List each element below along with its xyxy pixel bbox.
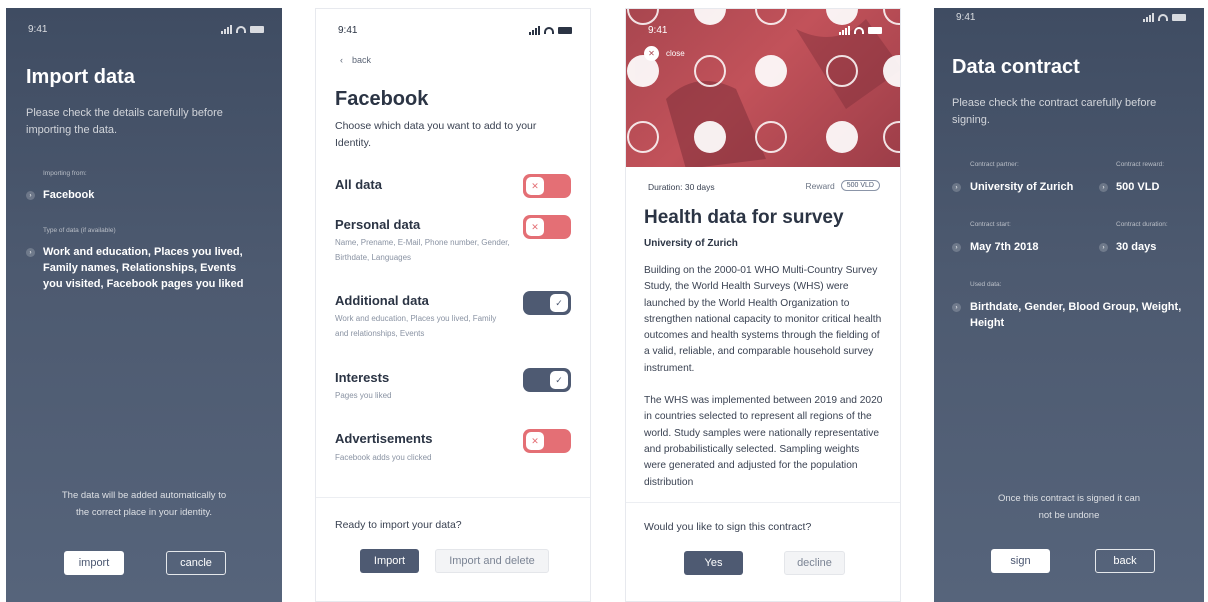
facebook-screen: 9:41 ‹ back Facebook Choose which data y… (315, 8, 591, 602)
contract-duration-label: Contract duration: (1116, 221, 1168, 228)
option-title-all-data: All data (335, 177, 382, 192)
status-bar: 9:41 (28, 22, 264, 36)
description-scroll[interactable]: Building on the 2000-01 WHO Multi-Countr… (644, 263, 884, 502)
chevron-right-icon: › (952, 303, 961, 312)
type-of-data-value: Work and education, Places you lived, Fa… (43, 246, 244, 290)
toggle-all-data[interactable]: ✕ (523, 174, 571, 198)
option-desc-advertisements: Facebook adds you clicked (335, 453, 432, 462)
import-and-delete-button[interactable]: Import and delete (435, 549, 549, 573)
import-button[interactable]: Import (360, 549, 419, 573)
option-title-personal-data: Personal data (335, 217, 421, 232)
import-button[interactable]: import (64, 551, 124, 575)
chevron-right-icon: › (26, 248, 35, 257)
option-desc-personal-data: Name, Prename, E-Mail, Phone number, Gen… (335, 238, 510, 262)
yes-button[interactable]: Yes (684, 551, 743, 575)
reward-badge: 500 VLD (840, 180, 880, 191)
signal-icon (1143, 12, 1154, 22)
chevron-right-icon: › (952, 243, 961, 252)
type-of-data-label: Type of data (if available) (43, 227, 116, 234)
used-data-label: Used data: (970, 281, 1002, 288)
battery-icon (250, 25, 264, 33)
chevron-right-icon: › (26, 191, 35, 200)
import-data-screen: 9:41 Import data Please check the detail… (6, 8, 282, 602)
option-title-interests: Interests (335, 370, 390, 385)
status-time: 9:41 (648, 24, 668, 36)
description-paragraph: The WHS was implemented between 2019 and… (644, 395, 883, 488)
reward-info: Reward 500 VLD (805, 180, 880, 191)
status-bar: 9:41 (338, 23, 572, 37)
option-desc-interests: Pages you liked (335, 391, 392, 400)
page-subtitle: Choose which data you want to add to you… (335, 120, 537, 149)
chevron-right-icon: › (1099, 183, 1108, 192)
footer-note: The data will be added automatically to … (61, 490, 227, 518)
signal-icon (529, 25, 540, 35)
data-contract-screen: 9:41 Data contract Please check the cont… (934, 8, 1204, 602)
contract-partner-value: University of Zurich (970, 181, 1074, 193)
contract-partner-label: Contract partner: (970, 161, 1019, 168)
option-desc-additional-data: Work and education, Places you lived, Fa… (335, 314, 497, 338)
divider (316, 497, 590, 498)
check-icon: ✓ (550, 371, 568, 389)
survey-detail-screen: 9:41 ✕ close Duration: 30 days Reward 50… (625, 8, 901, 602)
used-data-value: Birthdate, Gender, Blood Group, Weight, … (970, 301, 1182, 329)
footer-note: Once this contract is signed it can not … (997, 493, 1141, 521)
organization-name: University of Zurich (644, 238, 738, 249)
back-label: back (352, 55, 372, 65)
close-icon: ✕ (526, 177, 544, 195)
status-time: 9:41 (338, 24, 358, 36)
back-button[interactable]: back (1095, 549, 1155, 573)
sign-button[interactable]: sign (991, 549, 1050, 573)
divider (626, 502, 900, 503)
chevron-right-icon: › (1099, 243, 1108, 252)
contract-reward-value: 500 VLD (1116, 181, 1160, 193)
option-title-advertisements: Advertisements (335, 431, 433, 446)
toggle-advertisements[interactable]: ✕ (523, 429, 571, 453)
status-bar: 9:41 (648, 23, 882, 37)
chevron-right-icon: › (952, 183, 961, 192)
signal-icon (839, 25, 850, 35)
close-icon: ✕ (526, 218, 544, 236)
close-icon: ✕ (526, 432, 544, 450)
status-time: 9:41 (956, 11, 976, 23)
importing-from-value: Facebook (43, 189, 95, 201)
page-subtitle: Please check the contract carefully befo… (952, 97, 1157, 126)
ready-text: Ready to import your data? (335, 519, 462, 531)
contract-start-value: May 7th 2018 (970, 241, 1039, 253)
battery-icon (1172, 13, 1186, 21)
chevron-left-icon: ‹ (340, 55, 343, 65)
cancel-button[interactable]: cancle (166, 551, 226, 575)
battery-icon (558, 26, 572, 34)
wifi-icon (854, 26, 864, 34)
page-title: Import data (26, 66, 135, 88)
contract-duration-value: 30 days (1116, 241, 1157, 253)
contract-start-label: Contract start: (970, 221, 1011, 228)
battery-icon (868, 26, 882, 34)
wifi-icon (1158, 13, 1168, 21)
reward-label: Reward (805, 180, 835, 191)
status-bar: 9:41 (956, 10, 1186, 24)
duration-text: Duration: 30 days (648, 182, 715, 192)
page-title: Facebook (335, 88, 429, 110)
contract-reward-label: Contract reward: (1116, 161, 1165, 168)
close-link[interactable]: ✕ close (644, 46, 685, 61)
close-label: close (666, 49, 685, 58)
toggle-interests[interactable]: ✓ (523, 368, 571, 392)
option-title-additional-data: Additional data (335, 293, 429, 308)
toggle-additional-data[interactable]: ✓ (523, 291, 571, 315)
back-link[interactable]: ‹ back (340, 55, 371, 65)
page-subtitle: Please check the details carefully befor… (26, 107, 223, 136)
wifi-icon (544, 26, 554, 34)
signal-icon (221, 24, 232, 34)
check-icon: ✓ (550, 294, 568, 312)
description-paragraph: Building on the 2000-01 WHO Multi-Countr… (644, 265, 882, 374)
wifi-icon (236, 25, 246, 33)
sign-question: Would you like to sign this contract? (644, 521, 812, 533)
page-title: Health data for survey (644, 207, 844, 228)
decline-button[interactable]: decline (784, 551, 845, 575)
page-title: Data contract (952, 56, 1080, 78)
importing-from-label: Importing from: (43, 170, 87, 177)
toggle-personal-data[interactable]: ✕ (523, 215, 571, 239)
status-time: 9:41 (28, 23, 48, 35)
close-icon: ✕ (644, 46, 659, 61)
